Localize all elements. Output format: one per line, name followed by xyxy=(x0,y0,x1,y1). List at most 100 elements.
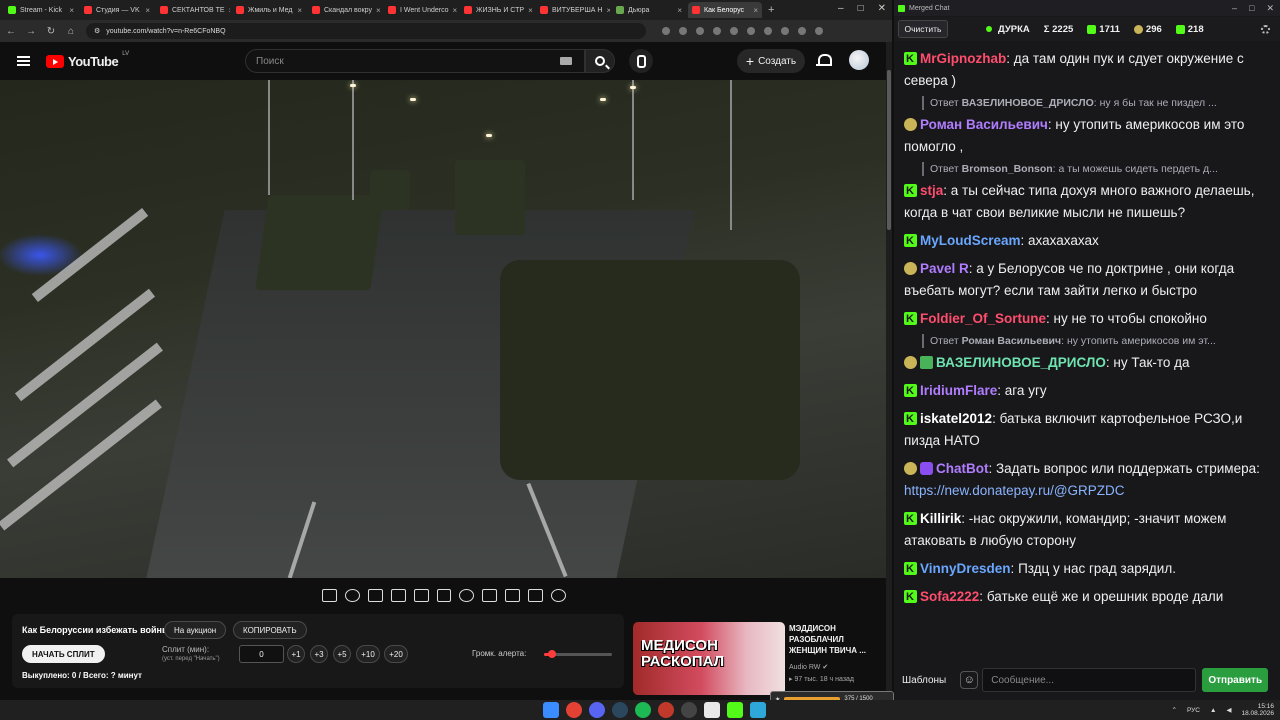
speed-icon[interactable] xyxy=(459,588,475,602)
send-button[interactable]: Отправить xyxy=(1202,668,1269,692)
increment-button[interactable]: +3 xyxy=(310,645,328,663)
steam-icon[interactable] xyxy=(612,702,628,718)
extension-icon[interactable] xyxy=(679,27,687,35)
extension-icon[interactable] xyxy=(747,27,755,35)
chat-username[interactable]: VinnyDresden xyxy=(920,561,1011,576)
maximize-icon[interactable]: □ xyxy=(858,3,864,14)
chat-username[interactable]: Роман Васильевич xyxy=(920,117,1048,132)
increment-button[interactable]: +1 xyxy=(287,645,305,663)
new-tab-icon[interactable]: + xyxy=(768,4,774,16)
tab-close-icon[interactable]: × xyxy=(528,6,533,15)
split-minutes-input[interactable]: 0 xyxy=(239,645,284,663)
chat-username[interactable]: iskatel2012 xyxy=(920,411,992,426)
flask-icon[interactable] xyxy=(528,588,544,602)
minimize-icon[interactable]: – xyxy=(1232,3,1237,14)
chat-messages[interactable]: MrGipnozhab: да там один пук и сдует окр… xyxy=(894,44,1274,664)
recommended-title[interactable]: МЭДДИСОН РАЗОБЛАЧИЛ ЖЕНЩИН ТВИЧА ... xyxy=(789,624,881,656)
extension-icon[interactable] xyxy=(662,27,670,35)
forward-icon[interactable]: → xyxy=(26,26,36,37)
settings-icon[interactable] xyxy=(551,588,566,602)
extension-icon[interactable] xyxy=(781,27,789,35)
reload-icon[interactable]: ↻ xyxy=(46,26,56,37)
browser-tab[interactable]: Stream - Kick × xyxy=(4,2,78,18)
chat-message[interactable]: Роман Васильевич: ну утопить америкосов … xyxy=(904,114,1266,158)
kick-app-icon[interactable] xyxy=(727,702,743,718)
extension-icon[interactable] xyxy=(696,27,704,35)
alert-volume-knob[interactable] xyxy=(548,650,557,658)
broadcast-icon[interactable] xyxy=(344,588,360,602)
discord-icon[interactable] xyxy=(589,702,605,718)
browser-tab[interactable]: Жмиль и Мед × xyxy=(232,2,306,18)
browser-tab[interactable]: Студия — VK × xyxy=(80,2,154,18)
loop-icon[interactable] xyxy=(322,588,337,602)
search-input[interactable]: Поиск xyxy=(245,49,585,73)
app-icon[interactable] xyxy=(658,702,674,718)
browser-tab[interactable]: Как Белорус × xyxy=(688,2,762,18)
clock[interactable]: 15:16 18.08.2026 xyxy=(1241,703,1274,717)
tab-close-icon[interactable]: × xyxy=(229,6,230,15)
chat-reply-quote[interactable]: Ответ ВАЗЕЛИНОВОЕ_ДРИСЛО: ну я бы так не… xyxy=(922,96,1266,110)
telegram-icon[interactable] xyxy=(750,702,766,718)
chat-username[interactable]: stja xyxy=(920,183,943,198)
obs-icon[interactable] xyxy=(681,702,697,718)
video-player[interactable] xyxy=(0,80,886,578)
maximize-icon[interactable]: □ xyxy=(1249,3,1254,14)
page-scrollbar[interactable] xyxy=(886,42,892,700)
spotify-icon[interactable] xyxy=(635,702,651,718)
scrollbar-thumb[interactable] xyxy=(887,70,891,230)
chat-reply-quote[interactable]: Ответ Bromson_Bonson: а ты можешь сидеть… xyxy=(922,162,1266,176)
site-info-icon[interactable]: ⚙ xyxy=(94,27,100,35)
gear-icon[interactable] xyxy=(1261,24,1270,34)
chat-username[interactable]: ВАЗЕЛИНОВОЕ_ДРИСЛО xyxy=(936,355,1106,370)
close-icon[interactable]: ✕ xyxy=(878,3,886,14)
extension-icon[interactable] xyxy=(713,27,721,35)
start-icon[interactable] xyxy=(543,702,559,718)
youtube-logo[interactable]: YouTube LV xyxy=(46,51,129,69)
chat-reply-quote[interactable]: Ответ Роман Васильевич: ну утопить амери… xyxy=(922,334,1266,348)
chrome-icon[interactable] xyxy=(566,702,582,718)
chat-message[interactable]: iskatel2012: батька включит картофельное… xyxy=(904,408,1266,452)
url-field[interactable]: ⚙ youtube.com/watch?v=n-Re6CFoNBQ xyxy=(86,23,646,39)
chat-username[interactable]: IridiumFlare xyxy=(920,383,997,398)
extension-icon[interactable] xyxy=(815,27,823,35)
start-split-button[interactable]: НАЧАТЬ СПЛИТ xyxy=(22,645,105,663)
chat-username[interactable]: Sofa2222 xyxy=(920,589,979,604)
chat-username[interactable]: Killirik xyxy=(920,511,961,526)
menu-icon[interactable] xyxy=(17,56,30,66)
chat-message[interactable]: MyLoudScream: ахахахахах xyxy=(904,230,1266,252)
browser-tab[interactable]: ЖИЗНЬ И СТР × xyxy=(460,2,534,18)
avatar[interactable] xyxy=(849,50,869,70)
recommended-channel[interactable]: Audio RW ✔ xyxy=(789,663,828,671)
emoji-icon[interactable]: ☺ xyxy=(960,671,979,689)
chat-message[interactable]: Pavel R: а у Белорусов че по доктрине , … xyxy=(904,258,1266,302)
add-screen-icon[interactable] xyxy=(482,588,498,602)
increment-button[interactable]: +10 xyxy=(356,645,380,663)
chat-username[interactable]: Pavel R xyxy=(920,261,969,276)
browser-tab[interactable]: I Went Underco × xyxy=(384,2,458,18)
tab-close-icon[interactable]: × xyxy=(145,6,150,15)
tab-close-icon[interactable]: × xyxy=(297,6,302,15)
extension-icon[interactable] xyxy=(764,27,772,35)
chat-link[interactable]: https://new.donatepay.ru/@GRPZDC xyxy=(904,483,1125,498)
chat-message[interactable]: VinnyDresden: Пздц у нас град зарядил. xyxy=(904,558,1266,580)
clear-button[interactable]: Очистить xyxy=(898,20,948,38)
keyboard-icon[interactable] xyxy=(560,57,572,65)
recommended-thumbnail[interactable]: МЕДИСОН РАСКОПАЛ xyxy=(633,622,785,695)
increment-button[interactable]: +20 xyxy=(384,645,408,663)
minimize-icon[interactable]: – xyxy=(838,3,844,14)
captions-icon[interactable] xyxy=(436,588,452,602)
chat-username[interactable]: MrGipnozhab xyxy=(920,51,1006,66)
volume-icon[interactable]: ◀ xyxy=(1226,706,1231,714)
network-icon[interactable]: ▲ xyxy=(1210,707,1216,714)
browser-tab[interactable]: Дьюра × xyxy=(612,2,686,18)
clapperboard-icon[interactable] xyxy=(390,588,406,602)
chat-message[interactable]: ChatBot: Задать вопрос или поддержать ст… xyxy=(904,458,1266,502)
close-icon[interactable]: ✕ xyxy=(1266,3,1274,14)
chat-message[interactable]: stja: а ты сейчас типа дохуя много важно… xyxy=(904,180,1266,224)
chat-message[interactable]: Killirik: -нас окружили, командир; -знач… xyxy=(904,508,1266,552)
templates-button[interactable]: Шаблоны xyxy=(902,675,946,686)
extension-icon[interactable] xyxy=(798,27,806,35)
alert-volume-slider[interactable] xyxy=(544,650,612,658)
search-button[interactable] xyxy=(585,49,615,73)
tab-close-icon[interactable]: × xyxy=(753,6,758,15)
